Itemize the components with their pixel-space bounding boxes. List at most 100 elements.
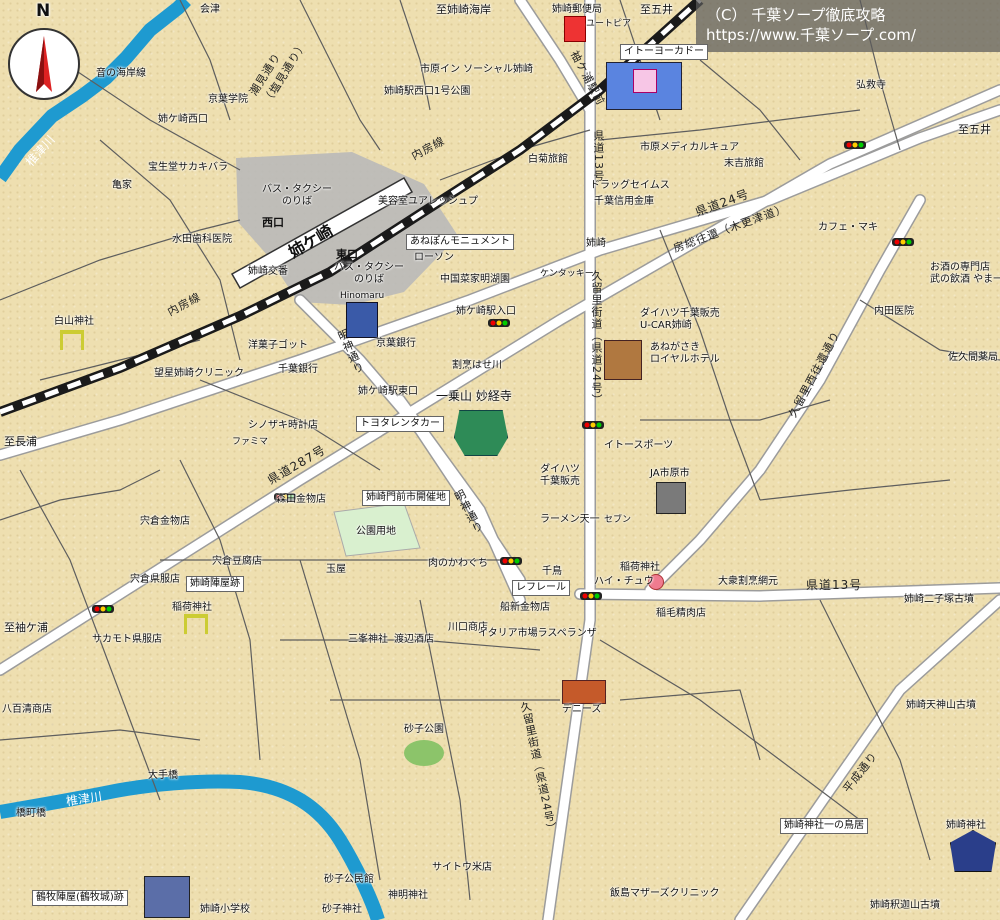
copyright-line2: https://www.千葉ソープ.com/: [706, 26, 916, 44]
place-royal: あねがさき ロイヤルホテル: [650, 342, 720, 365]
map[interactable]: N （C） 千葉ソープ徹底攻略 https://www.千葉ソープ.com/ 姉…: [0, 0, 1000, 920]
place-anesaki-torii[interactable]: 姉崎神社一の鳥居: [780, 818, 868, 834]
myokyoji-icon: [454, 410, 508, 456]
road-pref13-right: 県道13号: [806, 578, 863, 592]
copyright-banner: （C） 千葉ソープ徹底攻略 https://www.千葉ソープ.com/: [696, 0, 1000, 52]
place-morita: 森田金物店: [276, 494, 326, 505]
place-hotaru: 宝生堂サカキバラ: [148, 162, 228, 173]
place-yutopia: ユートピア: [586, 19, 632, 29]
place-sueyoshi: 末吉旅館: [724, 158, 764, 169]
torii-icon: [60, 330, 84, 350]
east-exit-label: 東口: [336, 248, 358, 261]
place-italia: イタリア市場ラスペランザ: [478, 628, 597, 639]
north-arrow-icon: [36, 36, 52, 92]
place-kameya: 亀家: [112, 180, 132, 191]
west-exit-label: 西口: [262, 216, 284, 229]
place-funashin: 船新金物店: [500, 602, 550, 613]
place-inari-shrine2: 稲荷神社: [172, 602, 212, 613]
place-anesaki-jinja: 姉崎神社: [946, 820, 986, 831]
place-refresh: 美容室ユアレッシュプ: [378, 196, 478, 207]
place-shuka: 宍倉金物店: [140, 516, 190, 527]
place-hashimachi: 橋町橋: [16, 808, 46, 819]
place-chidori: 千鳥: [542, 566, 562, 577]
place-amanoko: 姉崎天神山古墳: [906, 700, 976, 711]
place-niku: 肉のかわぐち: [428, 558, 488, 569]
place-sake-school: お酒の専門店 武の飲酒 やま一: [930, 262, 1000, 285]
place-mizuta: 水田歯科医院: [172, 234, 232, 245]
compass-label: N: [36, 1, 51, 21]
post-office-icon: [564, 16, 586, 42]
place-futago: 姉崎二子塚古墳: [904, 594, 974, 605]
place-sunako-jinja: 砂子神社: [322, 904, 362, 915]
place-uchida: 内田医院: [874, 306, 914, 317]
place-aizu: 会津: [200, 4, 220, 15]
place-watanabe: 渡辺酒店: [394, 634, 434, 645]
place-anesaki-school: 姉崎小学校: [200, 904, 250, 915]
place-tsurumine[interactable]: 鶴牧陣屋(鶴牧城)跡: [32, 890, 128, 906]
place-kofukuji: 弘救寺: [856, 80, 886, 91]
place-shinozaki: シノザキ時計店: [248, 420, 318, 431]
place-toyota[interactable]: トヨタレンタカー: [356, 416, 444, 432]
place-chugoku: 中国菜家明湖園: [440, 274, 510, 285]
hinomaru-icon: [346, 302, 378, 338]
torii-icon-2: [184, 614, 208, 634]
dir-nagaura: 至長浦: [4, 435, 37, 448]
ja-icon: [656, 482, 686, 514]
royal-hotel-icon: [604, 340, 642, 380]
place-iijima: 飯島マザーズクリニック: [610, 888, 720, 899]
place-lawson: ローソン: [414, 252, 454, 263]
dir-goi-right: 至五井: [958, 123, 991, 136]
place-medical: 市原メディカルキュア: [640, 142, 740, 153]
compass: [8, 28, 80, 100]
place-gyokuya: 玉屋: [326, 564, 346, 575]
place-mitsumine: 三峯神社: [348, 634, 388, 645]
place-shishikura-mame: 宍倉豆腐店: [212, 556, 262, 567]
place-kappo: 割烹はせ川: [452, 360, 502, 371]
place-shishikura-ken: 宍倉県服店: [130, 574, 180, 585]
place-myokyoji: 一乗山 妙経寺: [436, 389, 512, 403]
dir-sodegaura: 至袖ケ浦: [4, 621, 48, 634]
place-kfc: ケンタッキー: [540, 269, 594, 279]
road-kururi1: 久留里街道（県道24号）: [590, 270, 603, 406]
denny-icon: [562, 680, 606, 704]
place-itoyokado[interactable]: イトーヨーカドー: [620, 44, 708, 60]
place-yogashi: 洋菓子ゴット: [248, 340, 308, 351]
place-yahata: 八百清商店: [2, 704, 52, 715]
place-seven: セブン: [604, 515, 632, 525]
sunako-park-icon: [404, 740, 444, 766]
place-chiba-shinkin: 千葉信用金庫: [594, 196, 654, 207]
place-bosei: 望星姉崎クリニック: [154, 368, 244, 379]
place-ramen: ラーメン天一: [540, 514, 600, 525]
place-park-land: 公園用地: [356, 526, 396, 537]
dir-anesaki-kaigan: 至姉崎海岸: [436, 3, 491, 16]
place-taishu: 大衆割烹網元: [718, 576, 778, 587]
place-keiyo-bank: 京葉銀行: [376, 338, 416, 349]
place-anesaki-jinya[interactable]: 姉崎陣屋跡: [186, 576, 244, 592]
place-famima: ファミマ: [232, 437, 269, 447]
place-ja: JA市原市: [650, 468, 690, 479]
place-park-nishi1: 姉崎駅西口1号公園: [384, 86, 471, 97]
bus-east-label: バス・タクシー のりば: [334, 262, 404, 285]
place-chiba-bank: 千葉銀行: [278, 364, 318, 375]
place-anesaki-higashi: 姉ケ崎駅東口: [358, 386, 418, 397]
place-monument[interactable]: あねぽんモニュメント: [406, 234, 514, 250]
place-hi-chu: ハイ・チュウ: [594, 576, 654, 587]
place-inage: 稲毛精肉店: [656, 608, 706, 619]
place-shaku: 姉崎釈迦山古墳: [870, 900, 940, 911]
copyright-line1: （C） 千葉ソープ徹底攻略: [706, 6, 886, 24]
place-anesaki-ekiiriguchi: 姉ケ崎駅入口: [456, 306, 516, 317]
place-daihatsu: ダイハツ 千葉販売: [540, 464, 580, 487]
itoyokado-icon: [606, 62, 682, 110]
place-yubinkyoku: 姉崎郵便局: [552, 4, 602, 15]
place-monzen[interactable]: 姉崎門前市開催地: [362, 490, 450, 506]
place-shirayama: 白山神社: [54, 316, 94, 327]
koban-label: 姉崎交番: [248, 266, 288, 277]
place-daihatsu-ucar: ダイハツ千葉販売 U-CAR姉崎: [640, 308, 720, 331]
place-shihara-inn: 市原イン ソーシャル姉崎: [420, 64, 533, 75]
place-sunako: 砂子公園: [404, 724, 444, 735]
school-icon: [144, 876, 190, 918]
place-otonohama: 音の海岸線: [96, 68, 146, 79]
place-lefrere[interactable]: レフレール: [512, 580, 570, 596]
place-anesaki-small: 姉崎: [586, 238, 606, 249]
place-sakamoto: サカモト県服店: [92, 634, 162, 645]
